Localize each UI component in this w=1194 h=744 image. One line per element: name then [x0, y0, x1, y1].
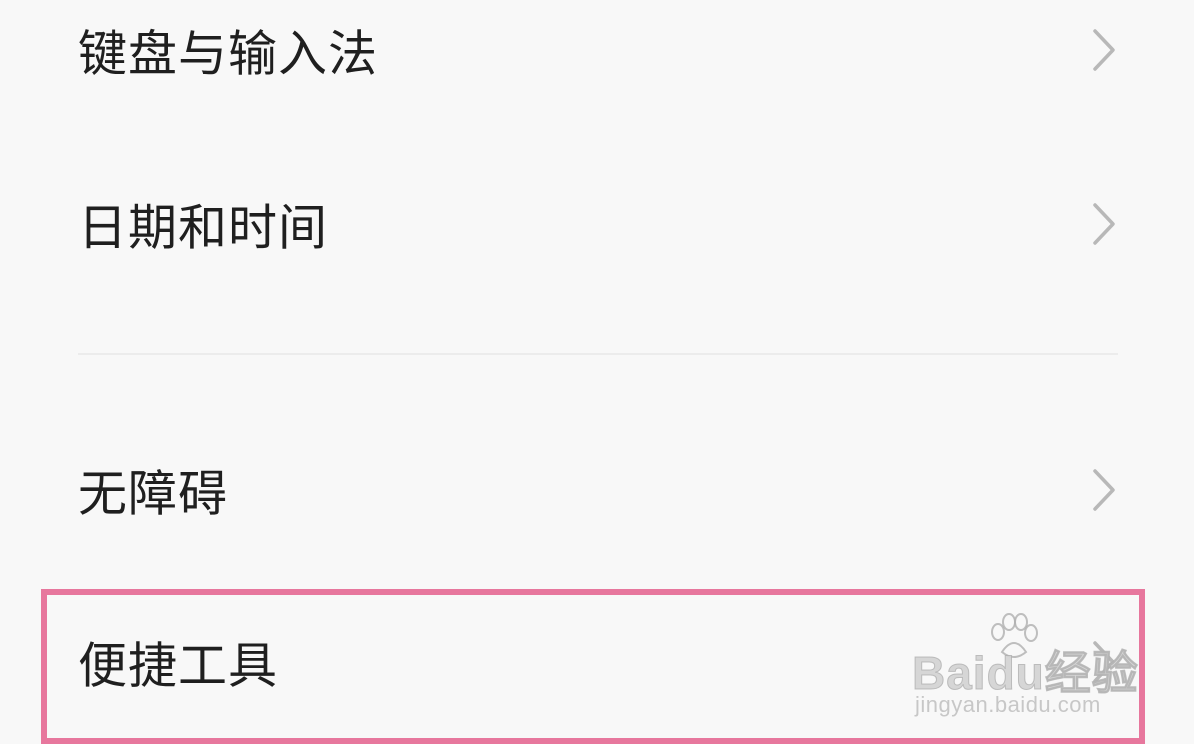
chevron-right-icon: [1085, 199, 1121, 249]
section-divider: [78, 353, 1118, 355]
settings-item-label: 键盘与输入法: [78, 25, 379, 83]
chevron-right-icon: [1085, 25, 1121, 75]
settings-item-accessibility[interactable]: 无障碍: [0, 430, 1194, 550]
settings-item-keyboard-input[interactable]: 键盘与输入法: [0, 0, 1194, 110]
settings-item-label: 日期和时间: [78, 199, 329, 257]
chevron-right-icon: [1085, 465, 1121, 515]
settings-item-label: 无障碍: [78, 465, 229, 523]
settings-item-date-time[interactable]: 日期和时间: [0, 164, 1194, 284]
highlight-box: [41, 589, 1145, 744]
